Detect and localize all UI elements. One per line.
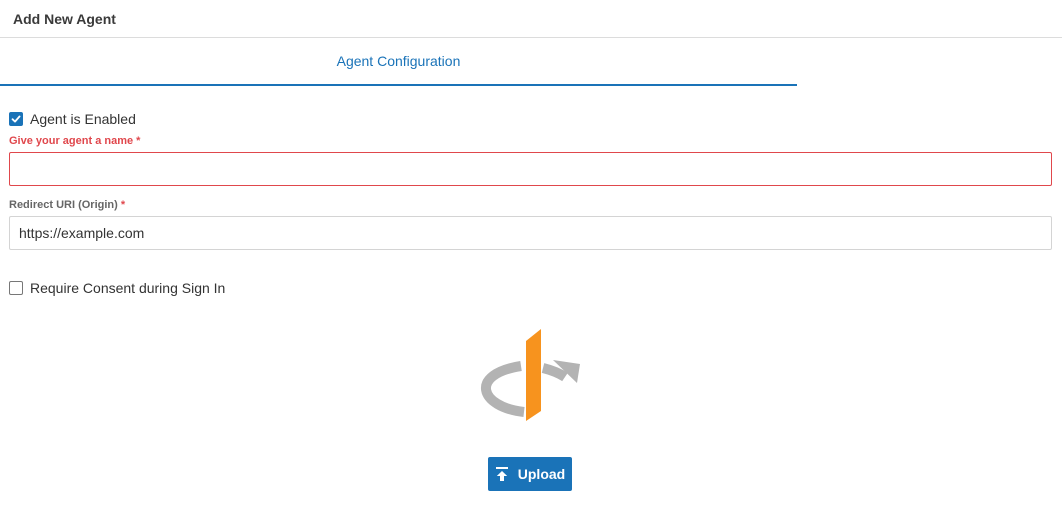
page-header: Add New Agent [0, 0, 1062, 38]
agent-name-label-text: Give your agent a name [9, 135, 134, 147]
openid-logo-icon [481, 329, 580, 421]
redirect-uri-input[interactable] [9, 216, 1052, 250]
require-consent-checkbox-row[interactable]: Require Consent during Sign In [9, 280, 225, 296]
agent-name-label: Give your agent a name * [9, 135, 140, 147]
required-mark: * [136, 135, 141, 147]
page-title: Add New Agent [13, 11, 116, 27]
agent-enabled-checkbox[interactable] [9, 112, 23, 126]
tab-bar: Agent Configuration [0, 38, 797, 86]
upload-button-label: Upload [517, 466, 566, 482]
tab-agent-configuration[interactable]: Agent Configuration [0, 38, 797, 84]
redirect-uri-label: Redirect URI (Origin) * [9, 199, 125, 211]
agent-name-input[interactable] [9, 152, 1052, 186]
upload-button[interactable]: Upload [488, 457, 572, 491]
agent-enabled-label: Agent is Enabled [30, 111, 136, 127]
required-mark: * [120, 199, 126, 211]
checkmark-icon [11, 115, 21, 123]
agent-enabled-checkbox-row[interactable]: Agent is Enabled [9, 111, 136, 127]
require-consent-label: Require Consent during Sign In [30, 280, 226, 296]
upload-icon [495, 466, 509, 482]
redirect-uri-label-text: Redirect URI (Origin) [9, 199, 118, 211]
require-consent-checkbox[interactable] [9, 281, 23, 295]
